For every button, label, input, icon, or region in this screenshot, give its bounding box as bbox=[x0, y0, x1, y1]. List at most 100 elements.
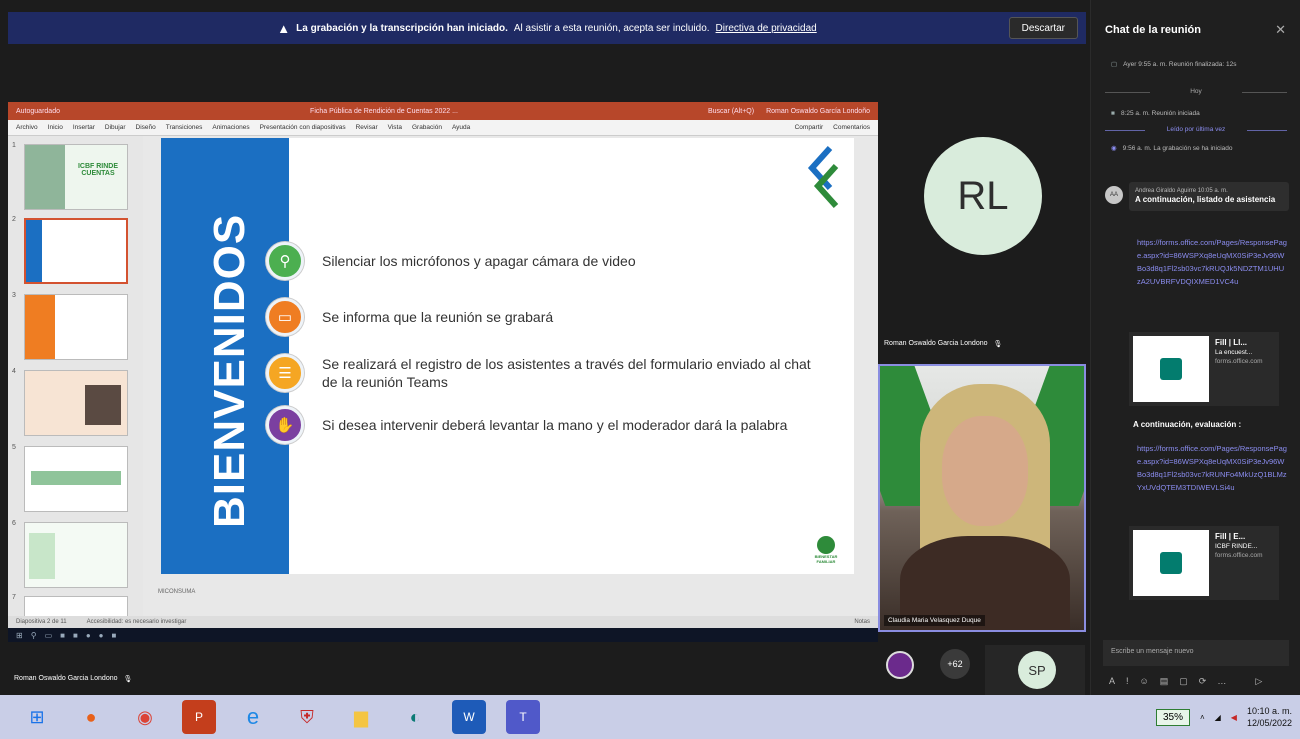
search-icon: ⚲ bbox=[266, 242, 304, 280]
slide-thumbnail-selected bbox=[24, 218, 128, 284]
form-icon: ☰ bbox=[266, 354, 304, 392]
bottom-row: Roman Oswaldo Garcia Londono 🎙 +62 SP bbox=[0, 645, 1090, 695]
privacy-link[interactable]: Directiva de privacidad bbox=[716, 23, 817, 34]
avatar: SP bbox=[1018, 651, 1056, 689]
format-icon[interactable]: A bbox=[1109, 676, 1115, 687]
file-explorer-icon[interactable]: ▆ bbox=[344, 700, 378, 734]
hand-icon: ✋ bbox=[266, 406, 304, 444]
presenter-name: Roman Oswaldo Garcia Londono 🎙 bbox=[14, 675, 133, 683]
recording-banner: ▲ La grabación y la transcripción han in… bbox=[8, 12, 1086, 44]
chat-panel: Chat de la reunión ✕ ▢ Ayer 9:55 a. m. R… bbox=[1090, 0, 1300, 695]
remote-taskbar: ⊞ ⚲ ▭ ■ ■ ● ● ■ bbox=[8, 628, 878, 642]
meeting-ended-icon: ▢ bbox=[1111, 61, 1118, 68]
ppt-user: Roman Oswaldo García Londoño bbox=[766, 107, 870, 115]
message-input[interactable]: Escribe un mensaje nuevo bbox=[1103, 640, 1289, 666]
forms-icon bbox=[1133, 336, 1209, 402]
message-text: A continuación, listado de asistencia bbox=[1135, 195, 1276, 204]
mic-off-icon: 🎙 bbox=[123, 676, 133, 683]
compose-toolbar: A ! ☺ ▤ ▢ ⟳ … ▷ bbox=[1109, 676, 1262, 687]
menu-item: Inicio bbox=[47, 124, 63, 131]
participant-tile-sp[interactable]: SP bbox=[985, 645, 1085, 695]
banner-text: Al asistir a esta reunión, acepta ser in… bbox=[513, 22, 710, 34]
clock[interactable]: 10:10 a. m. 12/05/2022 bbox=[1247, 705, 1292, 729]
participant-tile-rl[interactable]: RL bbox=[878, 102, 1088, 332]
internet-explorer-icon[interactable]: e bbox=[236, 700, 270, 734]
slide-bullet: ✋ Si desea intervenir deberá levantar la… bbox=[266, 406, 787, 444]
slide-thumbnail bbox=[24, 370, 128, 436]
chat-message: Andrea Giraldo Aguirre 10:05 a. m. A con… bbox=[1129, 182, 1289, 211]
icbf-logo-icon bbox=[807, 145, 839, 209]
system-message: ▢ Ayer 9:55 a. m. Reunión finalizada: 12… bbox=[1111, 61, 1237, 68]
wifi-icon[interactable]: ◢ bbox=[1215, 713, 1221, 722]
more-icon[interactable]: … bbox=[1217, 676, 1226, 687]
link-preview-card[interactable]: Fill | Ll... La encuest... forms.office.… bbox=[1129, 332, 1279, 406]
gif-icon[interactable]: ▤ bbox=[1160, 676, 1169, 687]
slide-bullet: ▭ Se informa que la reunión se grabará bbox=[266, 298, 553, 336]
slide-thumbnail bbox=[24, 522, 128, 588]
form-link[interactable]: https://forms.office.com/Pages/ResponseP… bbox=[1137, 236, 1287, 288]
loop-icon[interactable]: ⟳ bbox=[1199, 676, 1207, 687]
menu-item: Ayuda bbox=[451, 124, 471, 131]
participant-video-tile[interactable]: Claudia Maria Velasquez Duque bbox=[878, 364, 1086, 632]
slide-bullet: ☰ Se realizará el registro de los asiste… bbox=[266, 354, 811, 392]
link-preview-card[interactable]: Fill | E... ICBF RINDE... forms.office.c… bbox=[1129, 526, 1279, 600]
app-icon: ● bbox=[85, 630, 91, 640]
thumb-title: ICBF RINDE CUENTAS bbox=[77, 163, 119, 177]
windows-icon: ⊞ bbox=[16, 630, 23, 640]
date-divider: Hoy bbox=[1105, 88, 1287, 95]
windows-start-icon[interactable]: ⊞ bbox=[20, 700, 54, 734]
forms-icon bbox=[1133, 530, 1209, 596]
slide-thumbnail: ICBF RINDE CUENTAS bbox=[24, 144, 128, 210]
dismiss-button[interactable]: Descartar bbox=[1008, 17, 1078, 39]
family-logo-icon bbox=[817, 536, 835, 554]
shared-screen: Autoguardado Ficha Pública de Rendición … bbox=[8, 102, 878, 642]
taskview-icon: ▭ bbox=[44, 630, 53, 640]
autosave-label: Autoguardado bbox=[16, 107, 60, 115]
current-slide: BIENVENIDOS ⚲ Silenciar los micrófonos y… bbox=[161, 138, 854, 574]
ppt-status-bar: Diapositiva 2 de 11 Accesibilidad: es ne… bbox=[8, 616, 878, 628]
send-icon[interactable]: ▷ bbox=[1255, 676, 1262, 687]
menu-item: Vista bbox=[387, 124, 402, 131]
slide-thumbnail bbox=[24, 446, 128, 512]
video-icon: ■ bbox=[1111, 110, 1115, 117]
bullet-text: Se realizará el registro de los asistent… bbox=[322, 356, 811, 390]
avatar: RL bbox=[924, 137, 1042, 255]
meeting-stage: ▲ La grabación y la transcripción han in… bbox=[0, 0, 1090, 695]
avatar[interactable] bbox=[886, 651, 914, 679]
slide-thumbnail bbox=[24, 596, 128, 616]
participant-name: Claudia Maria Velasquez Duque bbox=[884, 615, 985, 626]
sticker-icon[interactable]: ▢ bbox=[1179, 676, 1188, 687]
warning-icon: ▲ bbox=[277, 20, 291, 36]
teams-icon[interactable]: T bbox=[506, 700, 540, 734]
ppt-search: Buscar (Alt+Q) bbox=[707, 107, 755, 115]
chrome-icon[interactable]: ◉ bbox=[128, 700, 162, 734]
menu-item: Transiciones bbox=[165, 124, 203, 131]
app-icon: ■ bbox=[60, 630, 65, 640]
system-message: ■ 8:25 a. m. Reunión iniciada bbox=[1111, 110, 1200, 117]
share-label: Compartir bbox=[794, 124, 824, 131]
message-text: A continuación, evaluación : bbox=[1133, 420, 1242, 429]
emoji-icon[interactable]: ☺ bbox=[1140, 676, 1149, 687]
word-icon[interactable]: W bbox=[452, 700, 486, 734]
form-link[interactable]: https://forms.office.com/Pages/ResponseP… bbox=[1137, 442, 1287, 494]
security-shield-icon[interactable]: ⛨ bbox=[290, 700, 324, 734]
mic-off-icon: 🎙 bbox=[993, 341, 1003, 348]
powerpoint-icon[interactable]: P bbox=[182, 700, 216, 734]
windows-taskbar: ⊞ ● ◉ P e ⛨ ▆ ◐ W T 35% ˄ ◢ ◀ 10:10 a. m… bbox=[0, 695, 1300, 739]
firefox-icon[interactable]: ● bbox=[74, 700, 108, 734]
record-icon: ◉ bbox=[1111, 145, 1117, 152]
banner-bold-text: La grabación y la transcripción han inic… bbox=[296, 22, 508, 34]
battery-indicator[interactable]: 35% bbox=[1155, 708, 1190, 726]
chevron-up-icon[interactable]: ˄ bbox=[1200, 713, 1205, 722]
system-message: ◉ 9:56 a. m. La grabación se ha iniciado bbox=[1111, 145, 1233, 152]
menu-item: Diseño bbox=[135, 124, 156, 131]
slide-band-text: BIENVENIDOS bbox=[205, 213, 254, 528]
slide-thumbnail bbox=[24, 294, 128, 360]
volume-icon[interactable]: ◀ bbox=[1231, 713, 1237, 722]
edge-icon[interactable]: ◐ bbox=[398, 700, 432, 734]
attach-icon[interactable]: ! bbox=[1126, 676, 1129, 687]
close-icon[interactable]: ✕ bbox=[1275, 22, 1286, 38]
search-icon: ⚲ bbox=[30, 630, 37, 640]
more-participants-button[interactable]: +62 bbox=[940, 649, 970, 679]
menu-item: Presentación con diapositivas bbox=[259, 124, 346, 131]
